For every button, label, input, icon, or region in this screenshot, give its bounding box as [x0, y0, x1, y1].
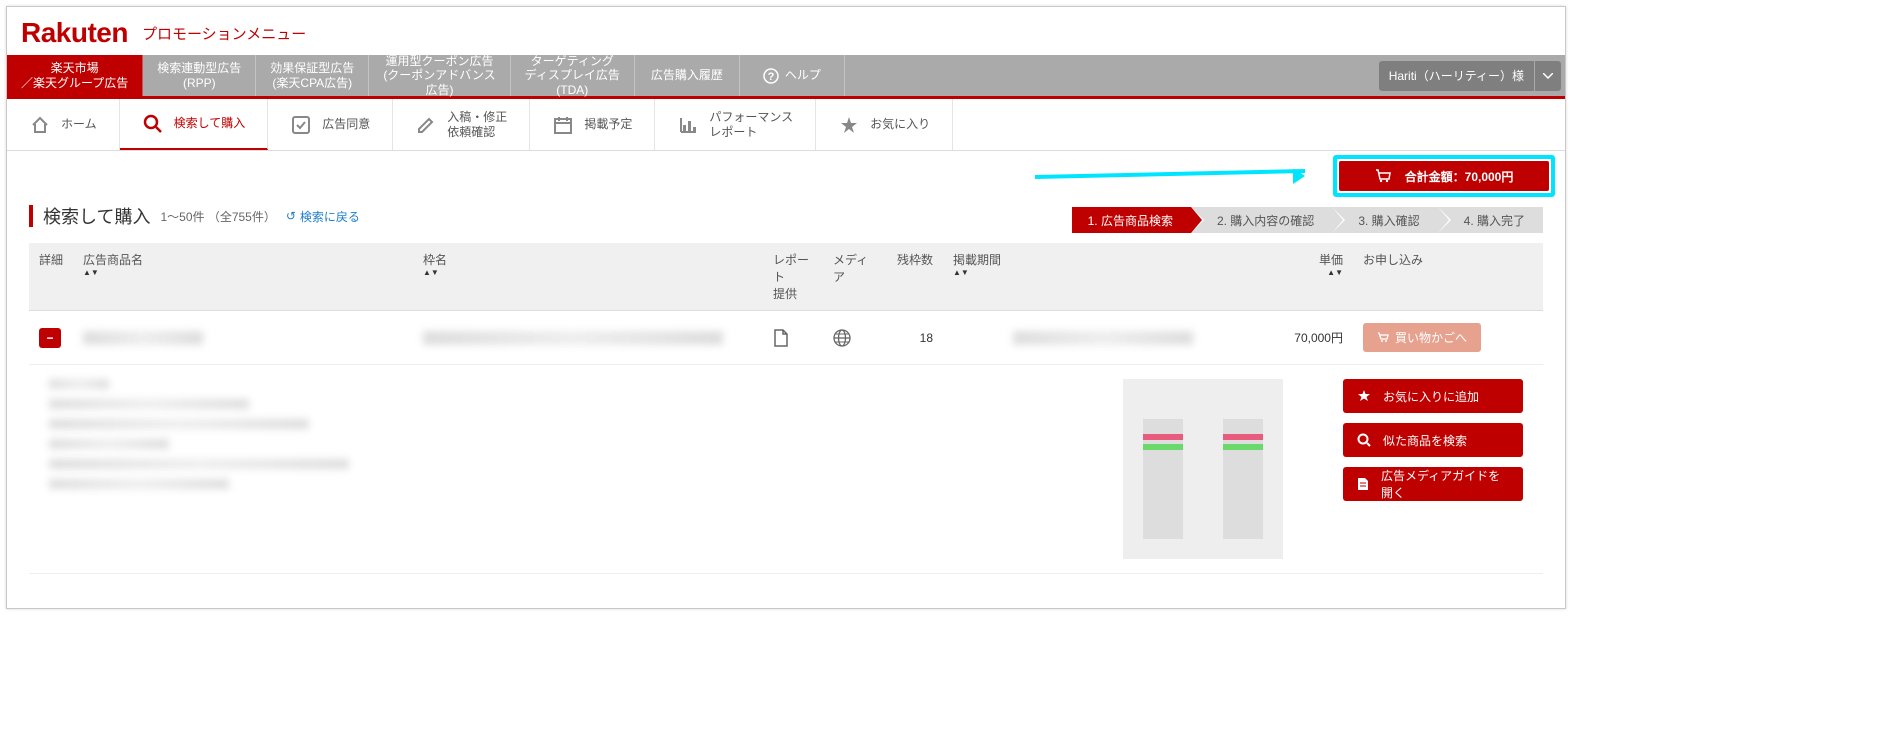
col-media: メディア — [823, 243, 883, 311]
subnav-search-buy[interactable]: 検索して購入 — [120, 99, 269, 150]
chevron-down-icon — [1543, 73, 1553, 79]
subnav-submission[interactable]: 入稿・修正依頼確認 — [393, 99, 530, 150]
col-remain: 残枠数 — [883, 243, 943, 311]
annotation-arrow — [1035, 169, 1325, 199]
col-period[interactable]: 掲載期間▲▼ — [943, 243, 1263, 311]
main-nav: 楽天市場／楽天グループ広告 検索連動型広告(RPP) 効果保証型広告(楽天CPA… — [7, 55, 1565, 99]
user-menu-dropdown[interactable] — [1535, 61, 1561, 91]
sub-nav: ホーム 検索して購入 広告同意 入稿・修正依頼確認 掲載予定 パフォーマンスレポ… — [7, 99, 1565, 151]
svg-text:?: ? — [767, 71, 774, 83]
nav-coupon[interactable]: 運用型クーポン広告(クーポンアドバンス広告) — [369, 55, 510, 96]
check-square-icon — [290, 114, 312, 136]
subnav-schedule[interactable]: 掲載予定 — [530, 99, 655, 150]
detail-description — [49, 379, 1063, 559]
rakuten-logo: Rakuten — [21, 17, 128, 49]
subnav-consent[interactable]: 広告同意 — [268, 99, 393, 150]
add-to-cart-button[interactable]: 買い物かごへ — [1363, 323, 1481, 352]
chart-bar-icon — [677, 114, 699, 136]
step-1[interactable]: 1. 広告商品検索 — [1072, 207, 1191, 233]
document-icon — [773, 329, 813, 347]
add-favorite-button[interactable]: お気に入りに追加 — [1343, 379, 1523, 413]
col-price[interactable]: 単価▲▼ — [1263, 243, 1353, 311]
star-icon — [838, 114, 860, 136]
detail-row: お気に入りに追加 似た商品を検索 広告メディアガイドを開く — [29, 365, 1543, 574]
nav-help[interactable]: ? ヘルプ — [740, 55, 845, 96]
subnav-performance[interactable]: パフォーマンスレポート — [655, 99, 816, 150]
calendar-icon — [552, 114, 574, 136]
redacted-text — [423, 331, 723, 345]
search-icon — [1357, 433, 1371, 447]
nav-rakuten-ads[interactable]: 楽天市場／楽天グループ広告 — [7, 55, 143, 96]
cart-icon — [1377, 332, 1389, 343]
user-menu[interactable]: Hariti（ハーリティー）様 — [1379, 61, 1534, 91]
remain-value: 18 — [883, 311, 943, 365]
pencil-icon — [415, 114, 437, 136]
result-count: 1～50件 （全755件） — [160, 208, 275, 225]
sort-icon[interactable]: ▲▼ — [423, 268, 753, 277]
cart-total-button[interactable]: 合計金額：70,000円 — [1339, 161, 1549, 191]
search-similar-button[interactable]: 似た商品を検索 — [1343, 423, 1523, 457]
redacted-text — [83, 331, 203, 345]
home-icon — [29, 114, 51, 136]
collapse-row-button[interactable]: − — [39, 328, 61, 348]
redacted-text — [1013, 331, 1193, 345]
help-icon: ? — [763, 68, 779, 84]
nav-cpa[interactable]: 効果保証型広告(楽天CPA広告) — [256, 55, 369, 96]
step-4[interactable]: 4. 購入完了 — [1438, 207, 1543, 233]
col-name[interactable]: 広告商品名▲▼ — [73, 243, 413, 311]
star-icon — [1357, 389, 1371, 403]
nav-history[interactable]: 広告購入履歴 — [635, 55, 740, 96]
product-image-placeholder — [1123, 379, 1283, 559]
col-detail: 詳細 — [29, 243, 73, 311]
sort-icon[interactable]: ▲▼ — [1273, 268, 1343, 277]
open-media-guide-button[interactable]: 広告メディアガイドを開く — [1343, 467, 1523, 501]
page-title: プロモーションメニュー — [142, 23, 306, 44]
nav-tda[interactable]: ターゲティングディスプレイ広告(TDA) — [511, 55, 635, 96]
back-to-search-link[interactable]: ↺ 検索に戻る — [286, 208, 360, 225]
globe-icon — [833, 329, 873, 347]
table-row: − 18 70,000円 買い物かごへ — [29, 311, 1543, 365]
document-icon — [1357, 477, 1369, 491]
results-table: 詳細 広告商品名▲▼ 枠名▲▼ レポート提供 メディア 残枠数 掲載期間▲▼ — [29, 243, 1543, 574]
search-icon — [142, 113, 164, 135]
subnav-home[interactable]: ホーム — [7, 99, 120, 150]
sort-icon[interactable]: ▲▼ — [953, 268, 1253, 277]
col-slot[interactable]: 枠名▲▼ — [413, 243, 763, 311]
col-apply: お申し込み — [1353, 243, 1543, 311]
step-2[interactable]: 2. 購入内容の確認 — [1191, 207, 1332, 233]
wizard-steps: 1. 広告商品検索 2. 購入内容の確認 3. 購入確認 4. 購入完了 — [1072, 207, 1543, 233]
price-value: 70,000円 — [1263, 311, 1353, 365]
cart-highlight: 合計金額：70,000円 — [1333, 155, 1555, 197]
subnav-favorites[interactable]: お気に入り — [816, 99, 953, 150]
cart-icon — [1375, 169, 1391, 183]
sort-icon[interactable]: ▲▼ — [83, 268, 403, 277]
nav-rpp[interactable]: 検索連動型広告(RPP) — [143, 55, 256, 96]
col-report: レポート提供 — [763, 243, 823, 311]
title-accent — [29, 205, 33, 227]
step-3[interactable]: 3. 購入確認 — [1332, 207, 1437, 233]
section-title: 検索して購入 — [43, 203, 150, 229]
refresh-icon: ↺ — [286, 209, 296, 223]
